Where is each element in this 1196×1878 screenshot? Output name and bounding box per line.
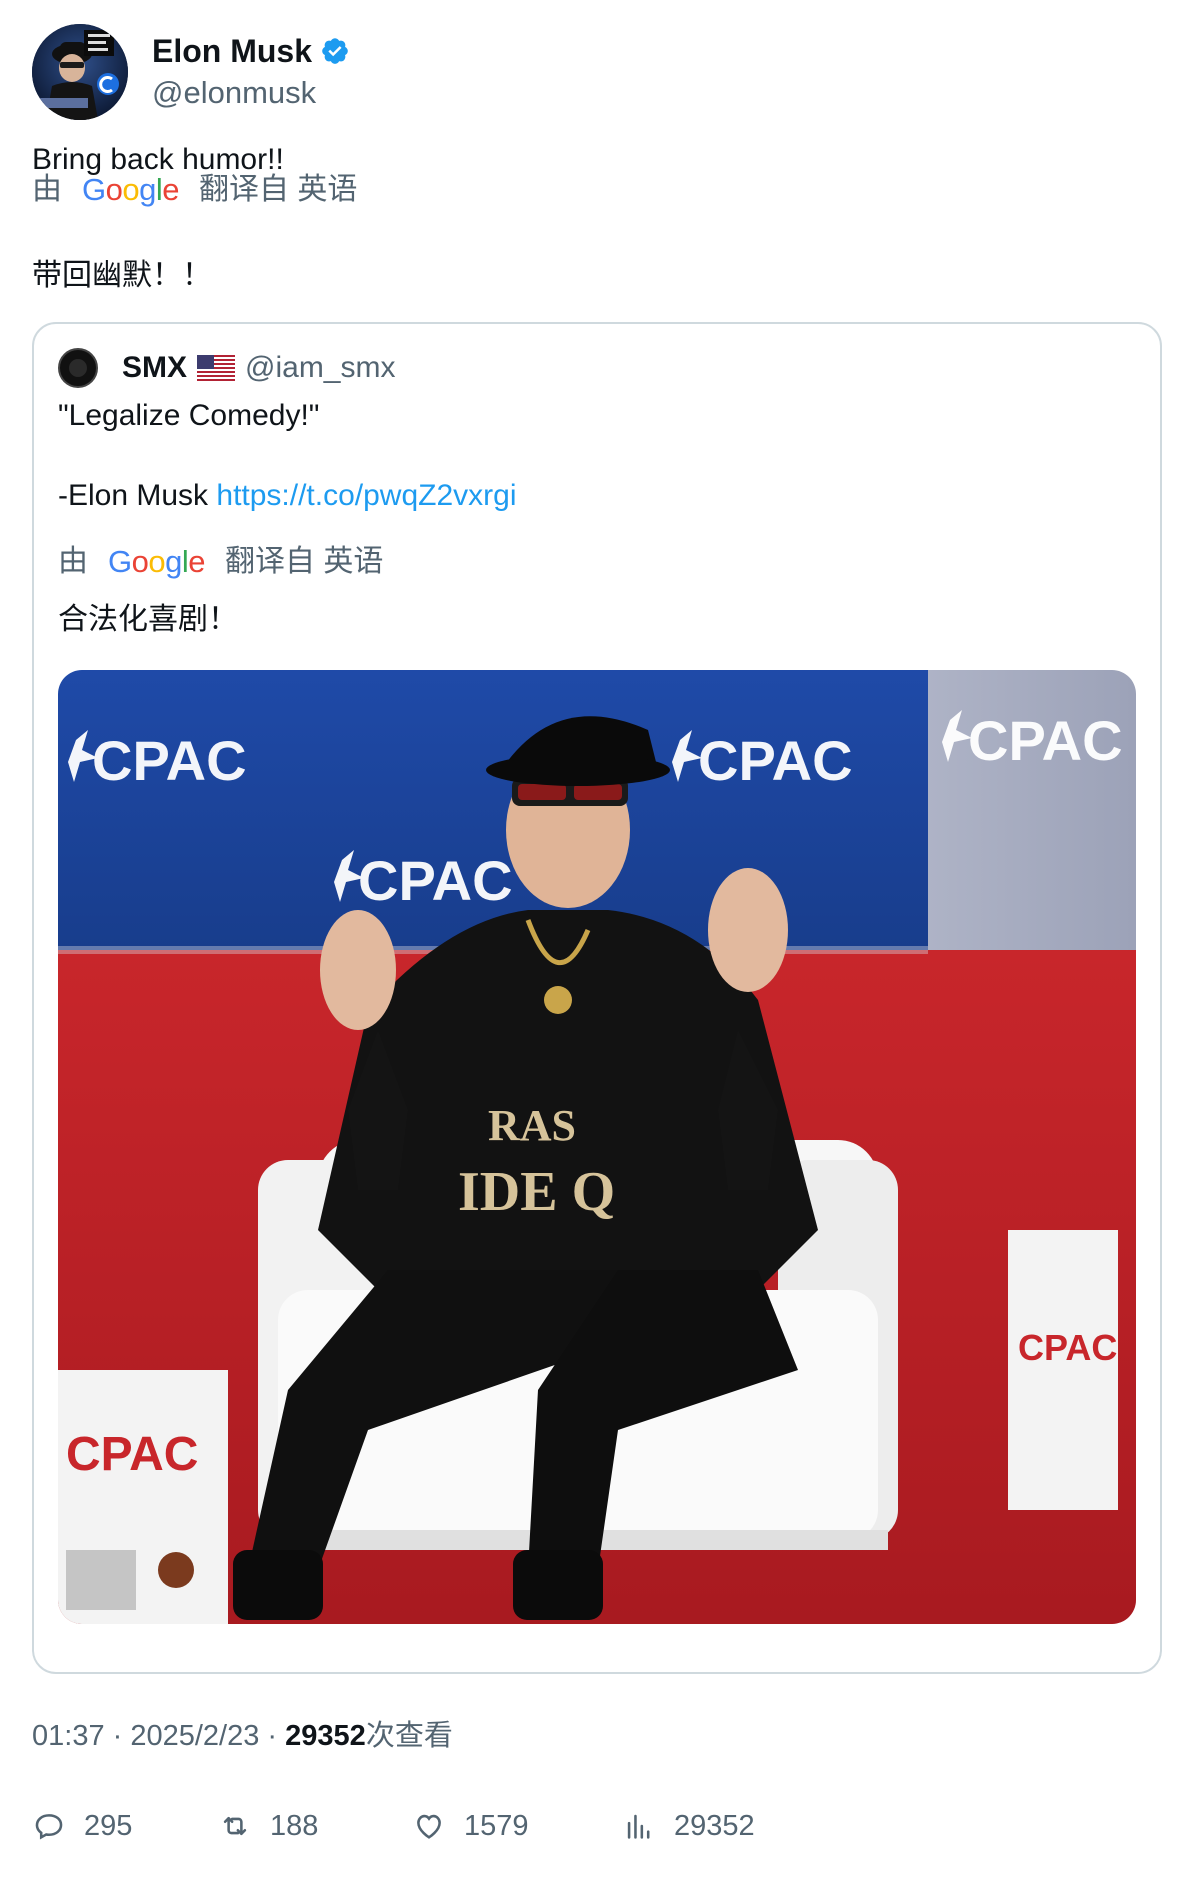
quoted-tweet-link[interactable]: https://t.co/pwqZ2vxrgi (216, 479, 516, 512)
name-row: Elon Musk (152, 31, 350, 71)
tweet-container: Elon Musk @elonmusk Bring back humor!! 由… (0, 0, 1196, 1878)
google-logo-icon: Google (108, 544, 206, 579)
author-meta: Elon Musk @elonmusk (152, 31, 350, 113)
quoted-tweet-photo[interactable]: CPAC CPAC CPAC CPAC CPAC CPAC RAS IDE Q (58, 670, 1136, 1624)
tweet-header: Elon Musk @elonmusk (32, 24, 350, 120)
tweet-actions-bar: 295 188 1579 29352 (32, 1802, 1162, 1850)
author-handle[interactable]: @elonmusk (152, 73, 350, 113)
google-logo-icon: Google (82, 172, 180, 207)
tweet-date[interactable]: 2025/2/23 (130, 1720, 259, 1752)
retweet-icon (223, 1816, 247, 1836)
photo-banner-text-4: CPAC (968, 709, 1123, 772)
heart-icon (417, 1814, 441, 1839)
views-action-count: 29352 (674, 1809, 755, 1842)
photo-image: CPAC CPAC CPAC CPAC CPAC CPAC RAS IDE Q (58, 670, 1136, 1624)
tweet-timestamp-row: 01:37 · 2025/2/23 · 29352次查看 (32, 1716, 453, 1756)
retweet-button[interactable]: 188 (218, 1802, 318, 1850)
like-button[interactable]: 1579 (412, 1802, 529, 1850)
quoted-translation-prefix: 由 (58, 545, 88, 578)
quoted-tweet-line-2: -Elon Musk https://t.co/pwqZ2vxrgi (58, 476, 517, 516)
photo-banner-text-2: CPAC (358, 849, 513, 912)
quoted-tweet-line-1: "Legalize Comedy!" (58, 399, 320, 432)
reply-button[interactable]: 295 (32, 1802, 132, 1850)
photo-banner-text-1: CPAC (92, 729, 247, 792)
quoted-translated-text: 合法化喜剧！ (58, 603, 238, 636)
quoted-author-name[interactable]: SMX (122, 351, 187, 385)
quoted-author-handle[interactable]: @iam_smx (245, 351, 395, 385)
verified-badge-icon (320, 36, 350, 66)
translation-prefix: 由 (32, 173, 62, 206)
reply-count: 295 (84, 1809, 133, 1842)
views-label: 次查看 (365, 1720, 453, 1752)
quoted-tweet-card[interactable]: SMX @iam_smx "Legalize Comedy!" -Elon Mu… (32, 322, 1162, 1674)
retweet-count: 188 (270, 1809, 319, 1842)
analytics-icon (627, 1814, 650, 1839)
avatar-image (32, 24, 128, 120)
quoted-translation-suffix: 翻译自 英语 (225, 545, 384, 578)
translated-tweet-text: 带回幽默！！ (32, 259, 212, 292)
views-count: 29352 (285, 1720, 366, 1752)
photo-shirt-text-1: RAS (488, 1101, 576, 1150)
meta-separator: · (104, 1720, 131, 1752)
translation-suffix: 翻译自 英语 (199, 173, 358, 206)
photo-banner-text-3: CPAC (698, 729, 853, 792)
quoted-tweet-header: SMX @iam_smx (58, 348, 395, 388)
reply-icon (35, 1814, 63, 1840)
us-flag-icon (197, 355, 236, 381)
author-avatar[interactable] (32, 24, 128, 120)
translation-attribution[interactable]: 由 Google 翻译自 英语 (32, 170, 357, 210)
photo-banner-text-6: CPAC (66, 1428, 198, 1481)
meta-separator: · (259, 1720, 286, 1752)
photo-banner-text-5: CPAC (1018, 1327, 1117, 1368)
views-button[interactable]: 29352 (622, 1802, 755, 1850)
quoted-author-avatar[interactable] (58, 348, 98, 388)
photo-shirt-text-2: IDE Q (458, 1161, 615, 1223)
quoted-translation-attribution[interactable]: 由 Google 翻译自 英语 (58, 542, 383, 582)
like-count: 1579 (464, 1809, 529, 1842)
quoted-tweet-signature: -Elon Musk (58, 479, 217, 512)
author-display-name[interactable]: Elon Musk (152, 31, 312, 71)
tweet-time[interactable]: 01:37 (32, 1720, 105, 1752)
